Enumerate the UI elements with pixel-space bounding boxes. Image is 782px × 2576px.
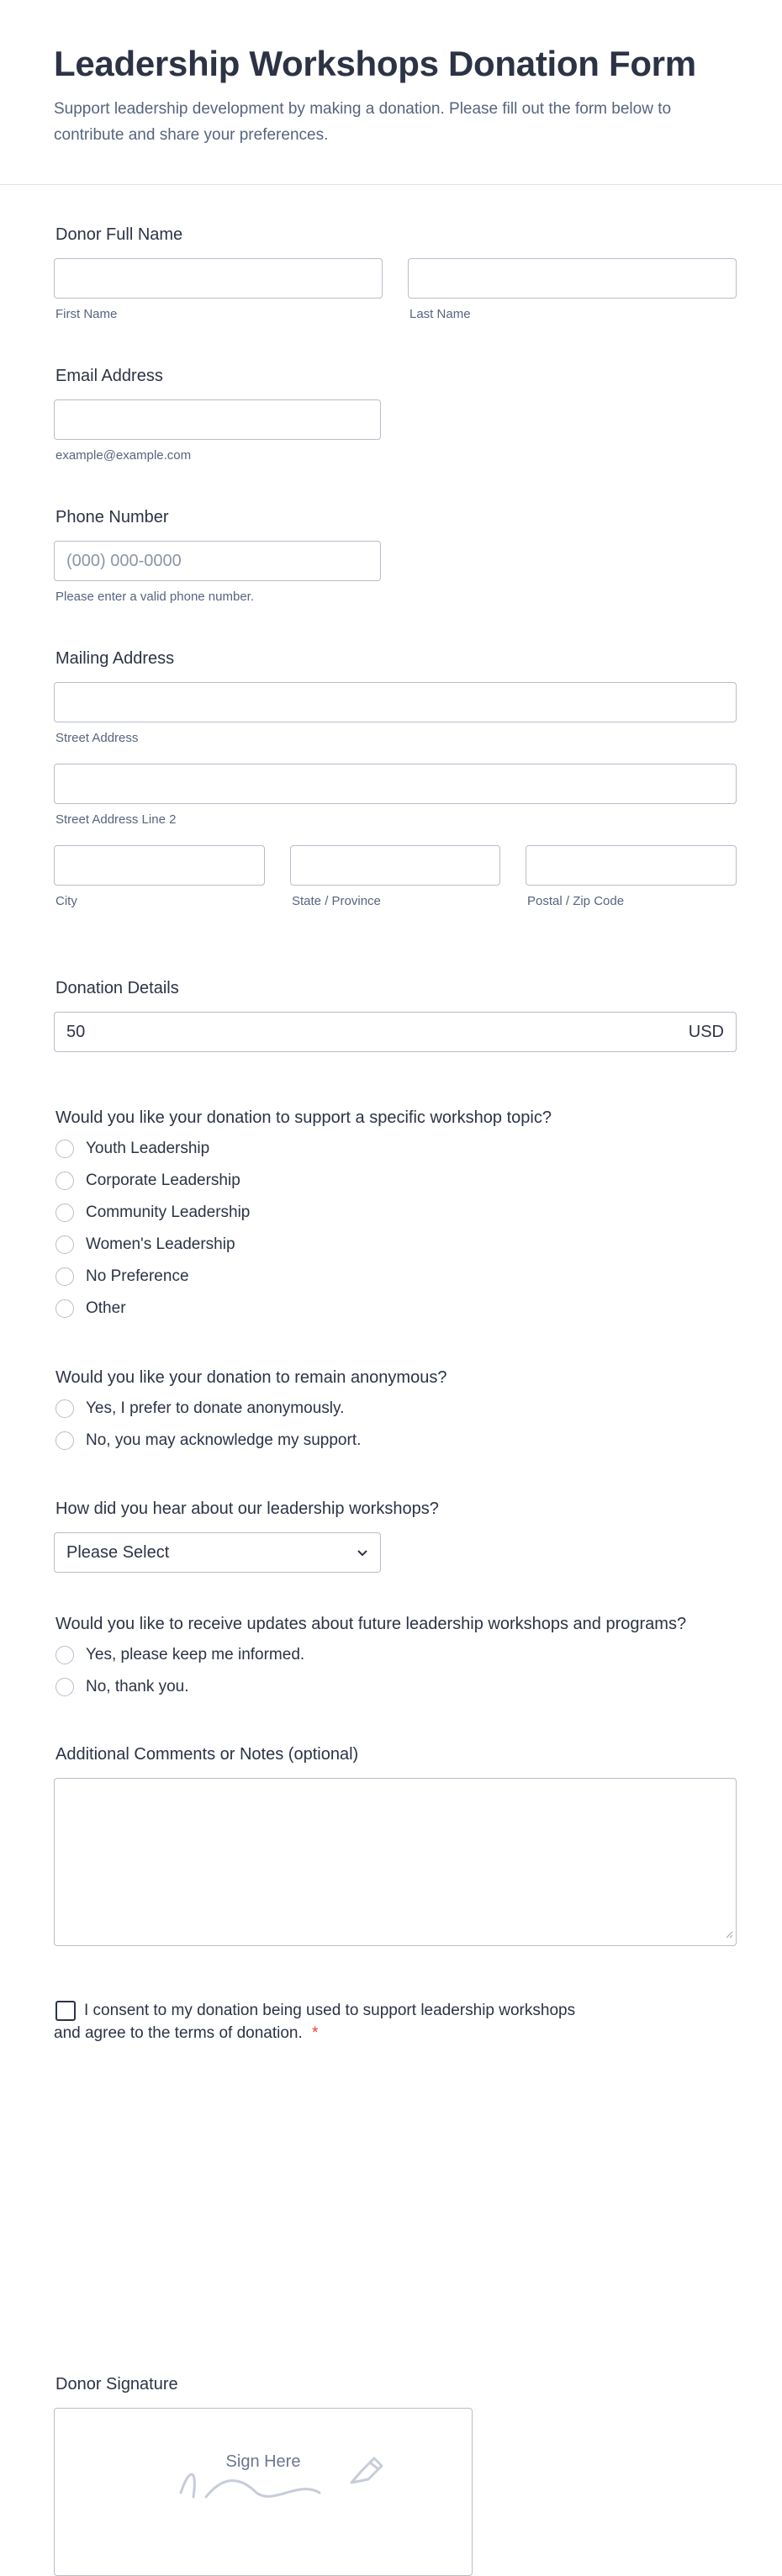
email-field: Email Address example@example.com	[54, 367, 382, 463]
phone-field: Phone Number (000) 000-0000 Please enter…	[54, 508, 382, 604]
updates-question: Would you like to receive updates about …	[55, 1615, 687, 1633]
topic-option[interactable]: Other	[54, 1293, 737, 1325]
chevron-down-icon	[357, 1543, 368, 1563]
consent-field: I consent to my donation being used to s…	[54, 2000, 737, 2044]
topic-field: Would you like your donation to support …	[54, 1108, 737, 1325]
topic-option-label: Corporate Leadership	[86, 1172, 240, 1189]
first-name-input[interactable]	[54, 258, 383, 299]
topic-option-label: Women's Leadership	[86, 1235, 235, 1253]
hear-about-select[interactable]: Please Select	[54, 1532, 381, 1573]
topic-option[interactable]: Women's Leadership	[54, 1229, 737, 1261]
mailing-address-field: Mailing Address Street Address Street Ad…	[54, 649, 737, 908]
zip-sublabel: Postal / Zip Code	[527, 894, 625, 908]
phone-sublabel: Please enter a valid phone number.	[55, 590, 254, 604]
radio-button[interactable]	[55, 1431, 74, 1450]
radio-button[interactable]	[55, 1203, 74, 1222]
signature-label: Donor Signature	[55, 2375, 178, 2394]
signature-field: Donor Signature Sign Here	[54, 2375, 474, 2576]
radio-button[interactable]	[55, 1140, 74, 1158]
donation-amount-value: 50	[66, 1022, 86, 1041]
hear-about-selected: Please Select	[66, 1542, 170, 1562]
topic-option[interactable]: Community Leadership	[54, 1197, 737, 1229]
form-subtitle: Support leadership development by making…	[54, 100, 672, 144]
updates-option-label: Yes, please keep me informed.	[86, 1646, 305, 1664]
radio-button[interactable]	[55, 1678, 74, 1696]
city-sublabel: City	[55, 894, 77, 908]
anonymous-option-label: Yes, I prefer to donate anonymously.	[86, 1399, 345, 1417]
form-header: Leadership Workshops Donation Form Suppo…	[0, 0, 782, 185]
street-address-line2-input[interactable]	[54, 764, 737, 804]
anonymous-question: Would you like your donation to remain a…	[55, 1368, 447, 1387]
radio-button[interactable]	[55, 1235, 74, 1254]
donor-name-label: Donor Full Name	[55, 225, 183, 244]
zip-input[interactable]	[526, 845, 737, 886]
form-title: Leadership Workshops Donation Form	[54, 44, 696, 83]
street-address-line2-sublabel: Street Address Line 2	[55, 812, 177, 827]
currency-label: USD	[688, 1022, 724, 1041]
consent-checkbox[interactable]	[55, 2001, 76, 2021]
donation-details-field: Donation Details 50 USD	[54, 979, 737, 1052]
donation-label: Donation Details	[55, 979, 179, 997]
topic-question: Would you like your donation to support …	[55, 1108, 552, 1127]
anonymous-field: Would you like your donation to remain a…	[54, 1368, 737, 1457]
resize-handle-icon[interactable]	[725, 1928, 733, 1943]
phone-placeholder: (000) 000-0000	[66, 551, 182, 570]
topic-option-label: Community Leadership	[86, 1203, 251, 1221]
email-label: Email Address	[55, 367, 163, 385]
last-name-sublabel: Last Name	[409, 307, 471, 321]
comments-label: Additional Comments or Notes (optional)	[55, 1745, 359, 1764]
comments-textarea[interactable]	[54, 1778, 737, 1946]
anonymous-option-label: No, you may acknowledge my support.	[86, 1431, 362, 1449]
topic-option-label: No Preference	[86, 1267, 189, 1285]
consent-text-line1: I consent to my donation being used to s…	[84, 2002, 576, 2019]
email-input[interactable]	[54, 399, 381, 440]
radio-button[interactable]	[55, 1399, 74, 1418]
donation-amount-input[interactable]: 50 USD	[54, 1012, 737, 1052]
updates-option[interactable]: Yes, please keep me informed.	[54, 1639, 743, 1671]
pen-icon	[345, 2456, 383, 2494]
radio-button[interactable]	[55, 1267, 74, 1286]
street-address-input[interactable]	[54, 682, 737, 722]
topic-option-label: Youth Leadership	[86, 1140, 210, 1157]
signature-pad[interactable]: Sign Here	[54, 2408, 473, 2576]
updates-field: Would you like to receive updates about …	[54, 1615, 743, 1703]
topic-option[interactable]: Youth Leadership	[54, 1133, 737, 1165]
topic-option-label: Other	[86, 1299, 126, 1317]
required-asterisk: *	[312, 2024, 319, 2042]
phone-input[interactable]: (000) 000-0000	[54, 541, 381, 581]
address-label: Mailing Address	[55, 649, 175, 668]
state-sublabel: State / Province	[292, 894, 381, 908]
phone-label: Phone Number	[55, 508, 169, 526]
city-input[interactable]	[54, 845, 265, 886]
anonymous-option[interactable]: No, you may acknowledge my support.	[54, 1425, 737, 1457]
state-input[interactable]	[290, 845, 500, 886]
updates-option-label: No, thank you.	[86, 1678, 189, 1695]
radio-button[interactable]	[55, 1299, 74, 1318]
comments-field: Additional Comments or Notes (optional)	[54, 1745, 737, 1946]
hear-about-field: How did you hear about our leadership wo…	[54, 1500, 439, 1573]
first-name-sublabel: First Name	[55, 307, 118, 321]
street-address-sublabel: Street Address	[55, 731, 139, 745]
updates-option[interactable]: No, thank you.	[54, 1671, 743, 1703]
hear-about-question: How did you hear about our leadership wo…	[55, 1500, 439, 1518]
topic-option[interactable]: No Preference	[54, 1261, 737, 1293]
radio-button[interactable]	[55, 1172, 74, 1190]
donor-name-field: Donor Full Name First Name Last Name	[54, 225, 737, 321]
topic-option[interactable]: Corporate Leadership	[54, 1165, 737, 1197]
consent-text-line2: and agree to the terms of donation.	[54, 2024, 303, 2042]
signature-scribble-icon	[172, 2459, 374, 2514]
last-name-input[interactable]	[408, 258, 737, 299]
radio-button[interactable]	[55, 1646, 74, 1664]
email-sublabel: example@example.com	[55, 448, 192, 463]
anonymous-option[interactable]: Yes, I prefer to donate anonymously.	[54, 1393, 737, 1425]
